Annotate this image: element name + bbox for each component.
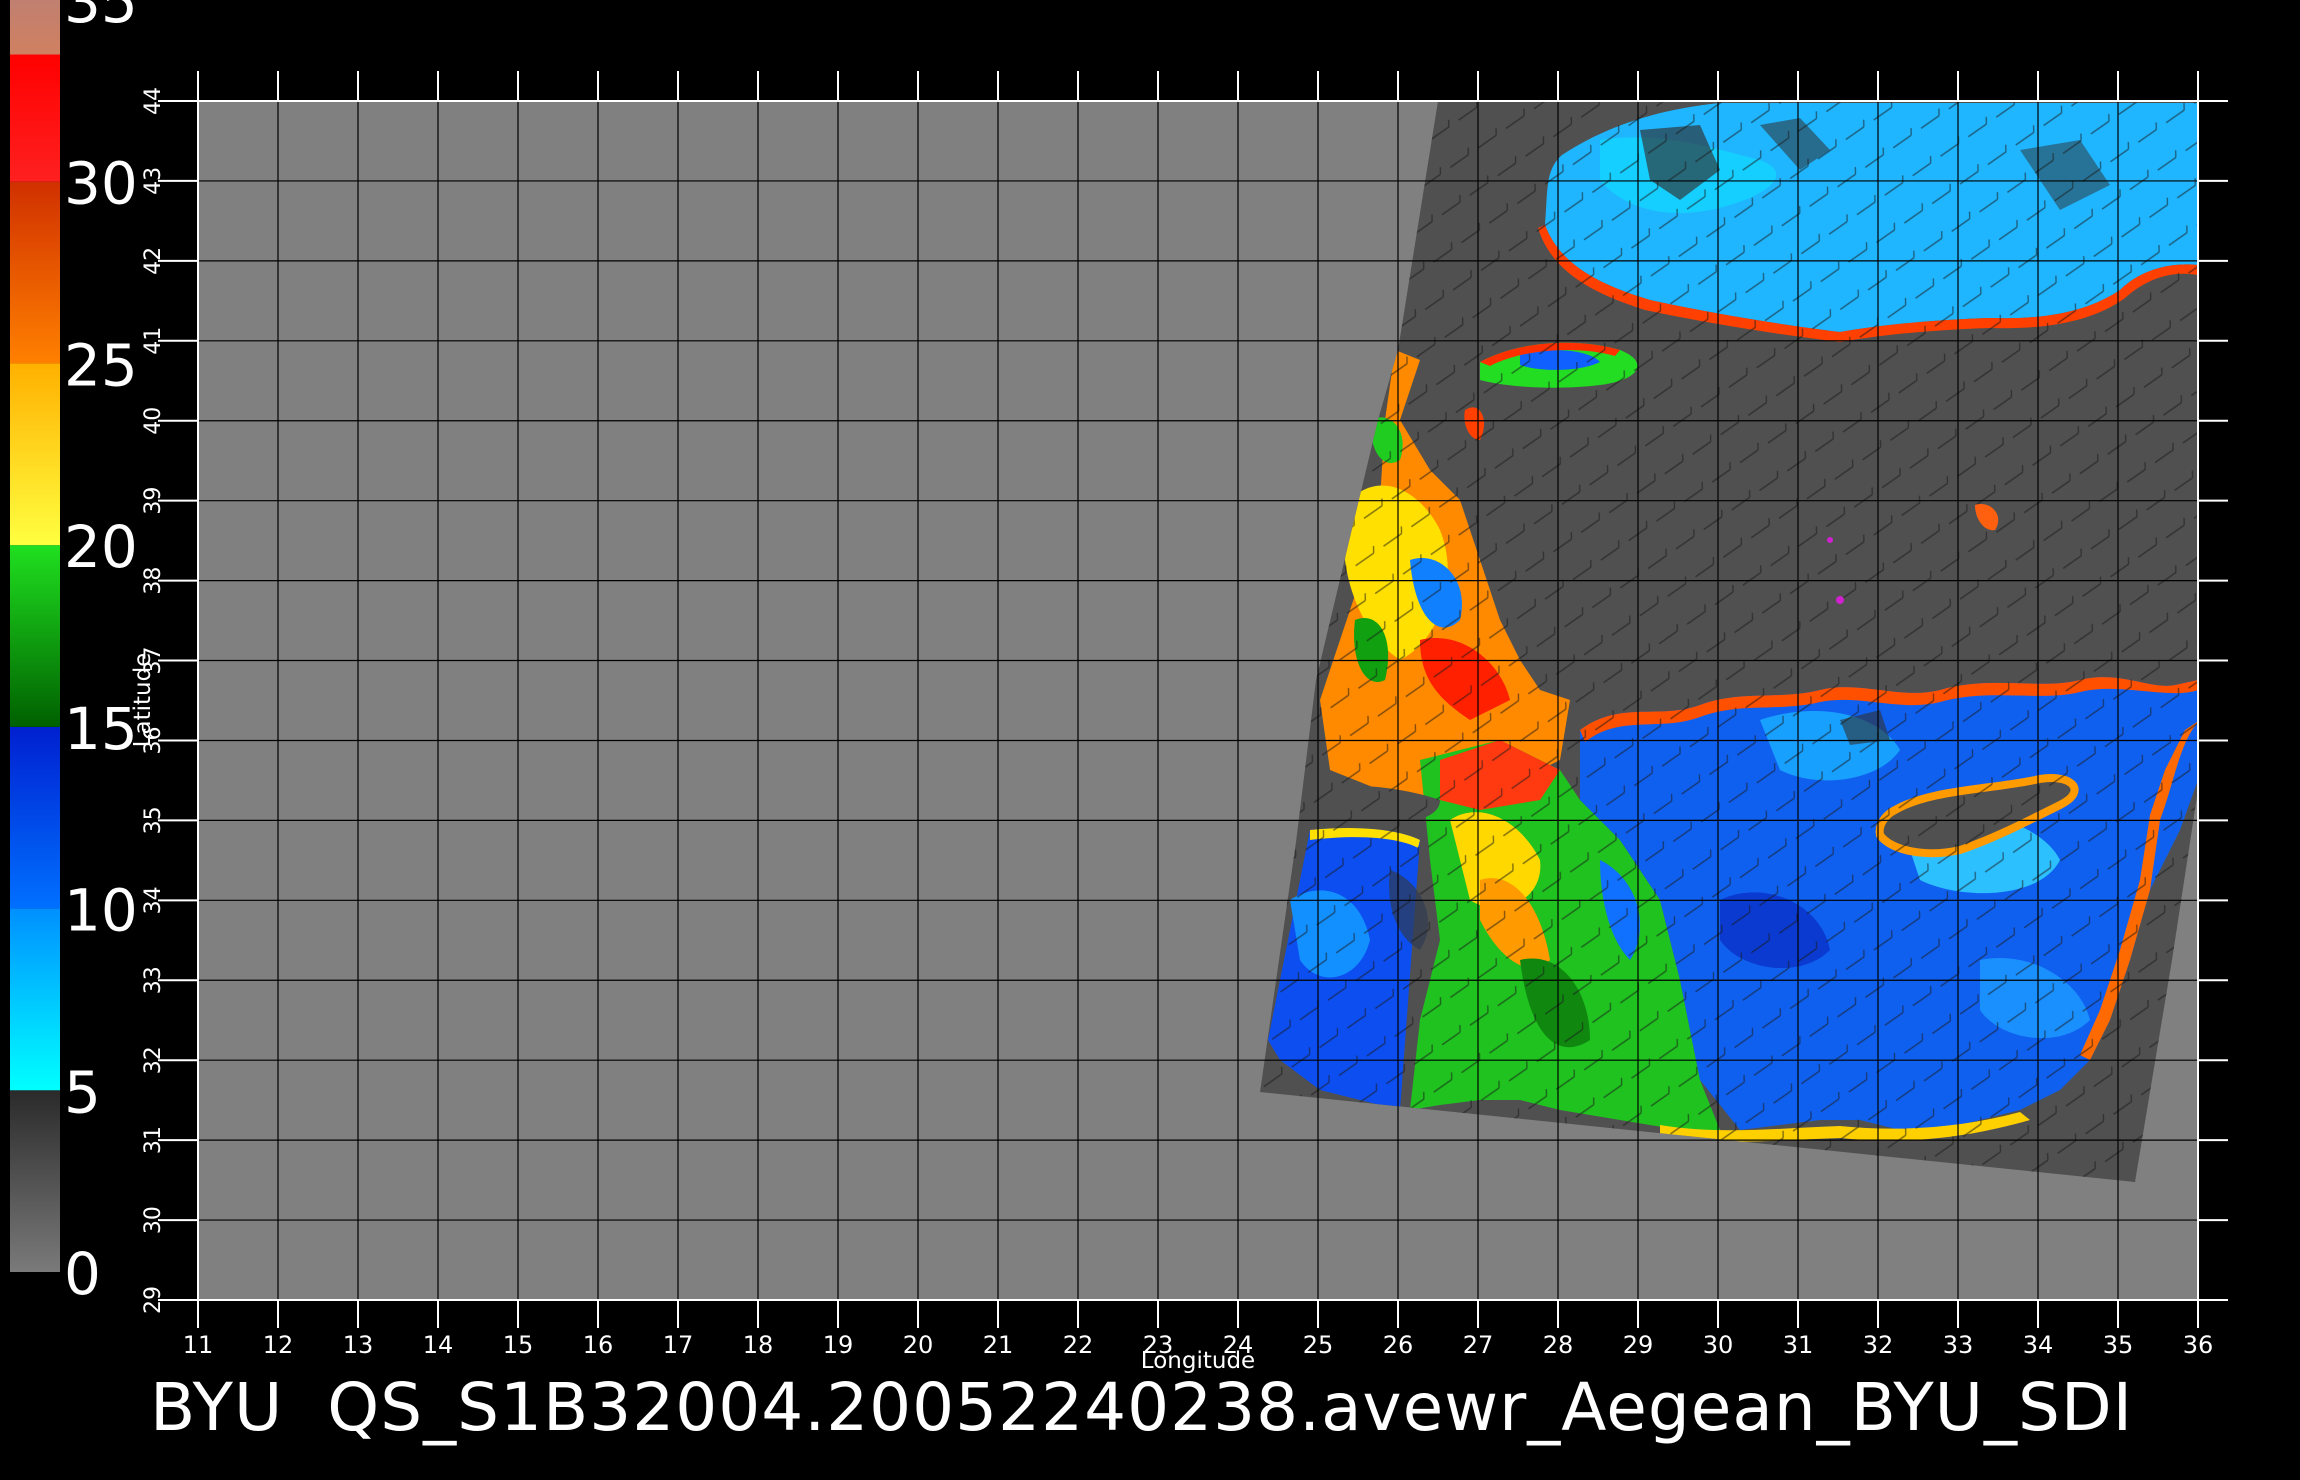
- latitude-tick-label: 32: [141, 1046, 166, 1074]
- longitude-tick-label: 32: [1863, 1331, 1894, 1359]
- latitude-tick-label: 31: [141, 1126, 166, 1154]
- coastal-patch: [1827, 537, 1833, 543]
- colorbar-segment: [10, 54, 60, 182]
- latitude-tick-label: 41: [141, 327, 166, 355]
- longitude-tick-label: 20: [903, 1331, 934, 1359]
- longitude-tick-label: 16: [583, 1331, 614, 1359]
- latitude-tick-label: 44: [141, 87, 166, 115]
- colorbar-segment: [10, 726, 60, 909]
- colorbar-segment: [10, 363, 60, 546]
- latitude-tick-label: 34: [141, 886, 166, 914]
- colorbar-segment: [10, 1090, 60, 1272]
- longitude-tick-label: 21: [983, 1331, 1014, 1359]
- latitude-tick-label: 33: [141, 966, 166, 994]
- longitude-tick-label: 12: [263, 1331, 294, 1359]
- latitude-tick-label: 39: [141, 487, 166, 515]
- colorbar-segment: [10, 181, 60, 364]
- colorbar-label: 0: [64, 1240, 101, 1308]
- longitude-tick-label: 19: [823, 1331, 854, 1359]
- longitude-tick-label: 18: [743, 1331, 774, 1359]
- longitude-tick-label: 34: [2023, 1331, 2054, 1359]
- latitude-tick-label: 42: [141, 247, 166, 275]
- colorbar-segment: [10, 545, 60, 727]
- colorbar-label: 35: [64, 0, 138, 36]
- longitude-tick-label: 36: [2183, 1331, 2214, 1359]
- longitude-tick-label: 17: [663, 1331, 694, 1359]
- longitude-tick-label: 11: [183, 1331, 214, 1359]
- wind-speed-map-figure: 0 5 10 15 20 25 30 35 11 12 13 14 15 16 17 18 1…: [10, 0, 2228, 1374]
- longitude-tick-label: 28: [1543, 1331, 1574, 1359]
- colorbar-segment: [10, 0, 60, 55]
- colorbar-label: 20: [64, 513, 138, 581]
- longitude-tick-label: 29: [1623, 1331, 1654, 1359]
- colorbar-label: 15: [64, 695, 138, 763]
- longitude-tick-label: 22: [1063, 1331, 1094, 1359]
- longitude-tick-label: 15: [503, 1331, 534, 1359]
- longitude-tick-label: 33: [1943, 1331, 1974, 1359]
- coastal-patch: [1836, 596, 1844, 604]
- longitude-tick-label: 26: [1383, 1331, 1414, 1359]
- latitude-tick-label: 30: [141, 1206, 166, 1234]
- latitude-tick-label: 40: [141, 407, 166, 435]
- latitude-tick-label: 29: [141, 1286, 166, 1314]
- longitude-tick-label: 14: [423, 1331, 454, 1359]
- longitude-tick-label: 27: [1463, 1331, 1494, 1359]
- longitude-tick-label: 35: [2103, 1331, 2134, 1359]
- image-title: BYU QS_S1B32004.20052240238.avewr_Aegean…: [150, 1369, 2134, 1446]
- longitude-tick-label: 31: [1783, 1331, 1814, 1359]
- colorbar-segment: [10, 908, 60, 1091]
- colorbar-label: 30: [64, 150, 138, 218]
- y-axis-label: Latitude: [130, 653, 156, 748]
- colorbar: 0 5 10 15 20 25 30 35: [10, 0, 138, 1308]
- longitude-tick-label: 13: [343, 1331, 374, 1359]
- colorbar-label: 5: [64, 1058, 101, 1126]
- colorbar-label: 10: [64, 877, 138, 945]
- latitude-tick-label: 43: [141, 167, 166, 195]
- colorbar-label: 25: [64, 331, 138, 399]
- latitude-tick-label: 38: [141, 567, 166, 595]
- longitude-tick-label: 30: [1703, 1331, 1734, 1359]
- latitude-tick-label: 35: [141, 806, 166, 834]
- longitude-tick-label: 25: [1303, 1331, 1334, 1359]
